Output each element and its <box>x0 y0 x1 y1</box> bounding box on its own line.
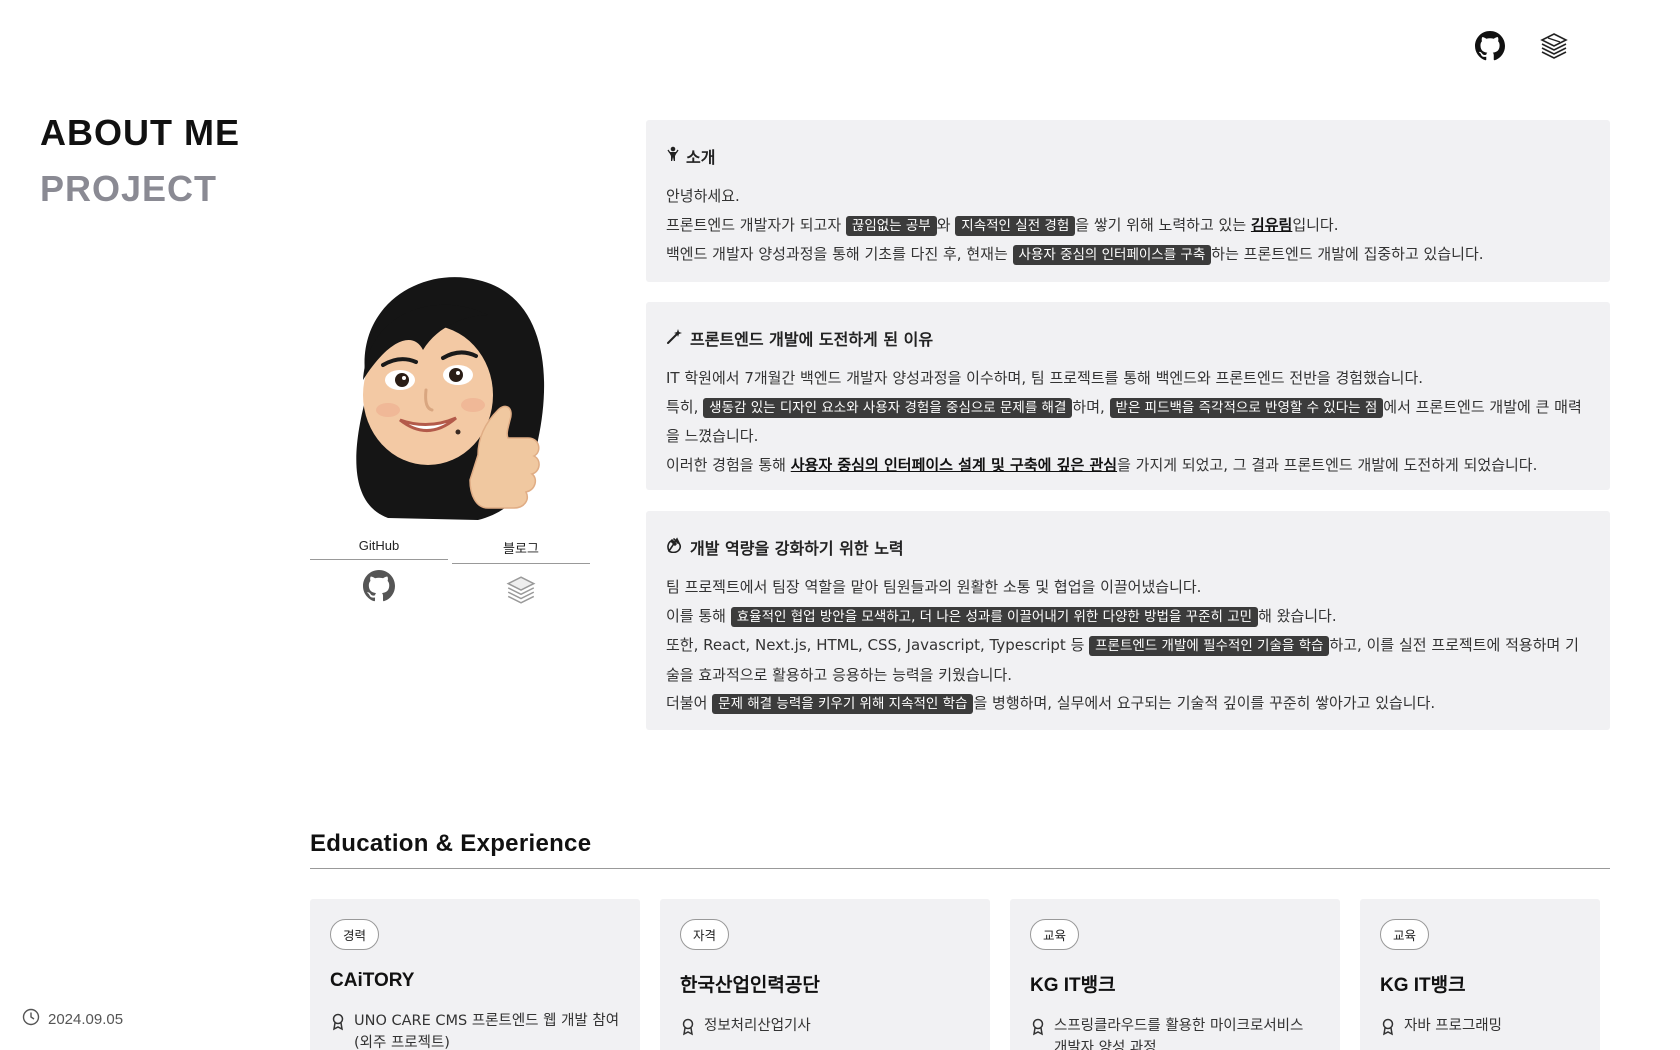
intro-line-3: 백엔드 개발자 양성과정을 통해 기초를 다진 후, 현재는 사용자 중심의 인… <box>666 245 1484 265</box>
header-links <box>1474 30 1570 62</box>
item-text: 자바 프로그래밍 <box>1404 1018 1502 1034</box>
education-cards: 경력 CAiTORY UNO CARE CMS 프론트엔드 웹 개발 참여(외주… <box>310 899 1600 1050</box>
stack-blog-icon[interactable] <box>1538 30 1570 62</box>
medal-icon <box>330 1013 346 1050</box>
person-icon <box>666 146 680 166</box>
blog-label: 블로그 <box>452 538 590 564</box>
organization-name: CAiTORY <box>330 970 415 991</box>
magic-wand-icon <box>666 327 684 349</box>
item-text: 스프링클라우드를 활용한 마이크로서비스 개발자 양성 과정 <box>1054 1018 1304 1050</box>
blog-link[interactable]: 블로그 <box>452 538 590 612</box>
medal-icon <box>1380 1018 1396 1043</box>
github-label: GitHub <box>310 538 448 560</box>
underline-text: 사용자 중심의 인터페이스 설계 및 구축에 깊은 관심 <box>790 455 1118 474</box>
education-card: 자격 한국산업인력공단 정보처리산업기사 <box>660 899 990 1050</box>
education-card: 경력 CAiTORY UNO CARE CMS 프론트엔드 웹 개발 참여(외주… <box>310 899 640 1050</box>
nav-project[interactable]: PROJECT <box>40 161 240 217</box>
organization-name: KG IT뱅크 <box>1380 975 1466 996</box>
highlight: 생동감 있는 디자인 요소와 사용자 경험을 중심으로 문제를 해결 <box>703 397 1073 418</box>
nav-about-me[interactable]: ABOUT ME <box>40 105 240 161</box>
highlight: 지속적인 실전 경험 <box>955 215 1076 236</box>
effort-line-1: 팀 프로젝트에서 팀장 역할을 맡아 팀원들과의 원활한 소통 및 협업을 이끌… <box>666 578 1202 596</box>
effort-heading: 개발 역량을 강화하기 위한 노력 <box>666 535 1590 559</box>
medal-icon <box>1030 1018 1046 1050</box>
github-icon[interactable] <box>1474 30 1506 62</box>
effort-title: 개발 역량을 강화하기 위한 노력 <box>690 539 904 558</box>
organization-name: KG IT뱅크 <box>1030 975 1116 996</box>
effort-line-2: 이를 통해 효율적인 협업 방안을 모색하고, 더 나은 성과를 이끌어내기 위… <box>666 606 1337 627</box>
date-text: 2024.09.05 <box>48 1010 124 1028</box>
intro-line-1: 안녕하세요. <box>666 187 740 205</box>
education-item: UNO CARE CMS 프론트엔드 웹 개발 참여(외주 프로젝트) <box>330 1010 620 1050</box>
clock-icon <box>22 1008 40 1030</box>
intro-card: 소개 안녕하세요. 프론트엔드 개발자가 되고자 끊임없는 공부 와 지속적인 실… <box>646 120 1610 282</box>
education-item: 정보처리산업기사 <box>680 1015 970 1043</box>
highlight: 문제 해결 능력을 키우기 위해 지속적인 학습 <box>712 694 974 714</box>
education-card: 교육 KG IT뱅크 스프링클라우드를 활용한 마이크로서비스 개발자 양성 과… <box>1010 899 1340 1050</box>
memoji-avatar <box>328 270 568 525</box>
highlight: 받은 피드백을 즉각적으로 반영할 수 있다는 점 <box>1109 397 1384 418</box>
effort-card: 개발 역량을 강화하기 위한 노력 팀 프로젝트에서 팀장 역할을 맡아 팀원들… <box>646 511 1610 730</box>
main-nav: ABOUT ME PROJECT <box>40 105 240 217</box>
intro-line-2: 프론트엔드 개발자가 되고자 끊임없는 공부 와 지속적인 실전 경험 을 쌓기 위… <box>666 215 1339 236</box>
category-badge: 경력 <box>330 919 380 950</box>
effort-line-3: 또한, React, Next.js, HTML, CSS, Javascrip… <box>666 636 1579 684</box>
reason-line-3: 이러한 경험을 통해 사용자 중심의 인터페이스 설계 및 구축에 깊은 관심을… <box>666 455 1538 474</box>
organization-name: 한국산업인력공단 <box>680 975 820 996</box>
category-badge: 자격 <box>680 919 730 950</box>
reason-heading: 프론트엔드 개발에 도전하게 된 이유 <box>666 326 1590 350</box>
github-icon[interactable] <box>310 564 448 608</box>
stack-blog-icon[interactable] <box>452 568 590 612</box>
education-title: Education & Experience <box>310 830 1610 869</box>
highlight: 효율적인 협업 방안을 모색하고, 더 나은 성과를 이끌어내기 위한 다양한 … <box>730 606 1259 627</box>
education-item: 스프링클라우드를 활용한 마이크로서비스 개발자 양성 과정 <box>1030 1015 1320 1050</box>
reason-line-2: 특히, 생동감 있는 디자인 요소와 사용자 경험을 중심으로 문제를 해결 하며… <box>666 397 1582 445</box>
updated-date: 2024.09.05 <box>22 1008 123 1030</box>
education-item: 자바 프로그래밍 <box>1380 1015 1580 1043</box>
intro-heading: 소개 <box>666 144 1590 168</box>
item-text: 정보처리산업기사 <box>704 1018 811 1034</box>
highlight: 끊임없는 공부 <box>845 215 937 236</box>
reason-title: 프론트엔드 개발에 도전하게 된 이유 <box>690 330 934 349</box>
category-badge: 교육 <box>1030 919 1080 950</box>
highlight: 사용자 중심의 인터페이스를 구축 <box>1012 245 1212 265</box>
profile-links: GitHub 블로그 <box>310 538 590 612</box>
clapping-hands-icon <box>666 537 684 557</box>
intro-title: 소개 <box>686 148 716 167</box>
medal-icon <box>680 1018 696 1043</box>
reason-card: 프론트엔드 개발에 도전하게 된 이유 IT 학원에서 7개월간 백엔드 개발자… <box>646 302 1610 490</box>
reason-line-1: IT 학원에서 7개월간 백엔드 개발자 양성과정을 이수하며, 팀 프로젝트를… <box>666 369 1424 387</box>
item-text: UNO CARE CMS 프론트엔드 웹 개발 참여(외주 프로젝트) <box>354 1013 620 1050</box>
effort-line-4: 더불어 문제 해결 능력을 키우기 위해 지속적인 학습 을 병행하며, 실무에서… <box>666 694 1436 714</box>
highlight: 프론트엔드 개발에 필수적인 기술을 학습 <box>1089 636 1330 656</box>
education-card: 교육 KG IT뱅크 자바 프로그래밍 <box>1360 899 1600 1050</box>
author-name: 김유림 <box>1250 215 1293 234</box>
github-link[interactable]: GitHub <box>310 538 448 612</box>
category-badge: 교육 <box>1380 919 1430 950</box>
